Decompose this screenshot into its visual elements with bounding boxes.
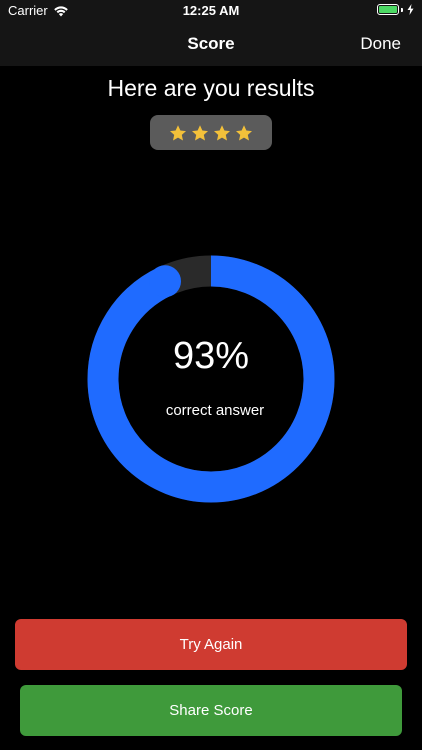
share-score-button[interactable]: Share Score <box>20 685 402 736</box>
score-screen: Carrier 12:25 AM Score Done Here are you… <box>0 0 422 750</box>
score-caption: correct answer <box>165 402 265 419</box>
star-rating-badge <box>150 115 272 150</box>
star-icon <box>236 124 252 140</box>
star-icon <box>214 124 230 140</box>
score-ring-progress <box>87 255 335 503</box>
nav-title: Score <box>187 34 235 53</box>
done-button[interactable]: Done <box>360 34 401 54</box>
battery-icon <box>377 4 399 15</box>
battery-level-fill <box>379 6 397 13</box>
charging-bolt-icon <box>407 4 414 15</box>
battery-indicator <box>377 4 414 15</box>
battery-tip <box>401 7 403 12</box>
star-icon <box>192 124 208 140</box>
status-time: 12:25 AM <box>182 3 240 18</box>
navigation-bar: Score Done <box>0 22 422 66</box>
score-percent: 93% <box>172 335 250 377</box>
star-icon <box>170 124 186 140</box>
score-ring-end-cap <box>149 265 182 298</box>
score-ring <box>87 255 335 503</box>
try-again-button[interactable]: Try Again <box>15 619 407 670</box>
score-ring-chart <box>87 255 335 503</box>
status-bar: Carrier 12:25 AM <box>0 0 422 22</box>
results-heading: Here are you results <box>107 75 315 101</box>
